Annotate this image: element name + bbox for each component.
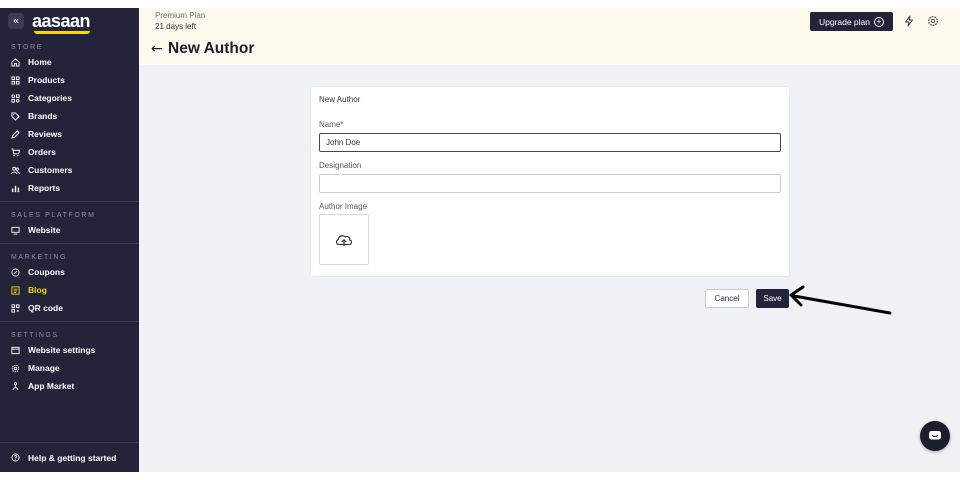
users-icon	[11, 166, 20, 175]
sidebar-item-label: Products	[28, 75, 65, 85]
blog-icon	[11, 285, 20, 295]
sidebar-item-label: QR code	[28, 303, 63, 313]
sidebar-item-label: Orders	[28, 147, 56, 157]
author-image-upload[interactable]	[319, 214, 369, 265]
cart-icon	[11, 147, 20, 157]
upgrade-label: Upgrade plan	[818, 16, 871, 27]
page-title: New Author	[168, 40, 255, 57]
form-title: New Author	[319, 95, 361, 104]
help-label: Help & getting started	[28, 452, 117, 463]
sidebar-item-home[interactable]: Home	[0, 53, 139, 71]
sidebar-item-reports[interactable]: Reports	[0, 179, 139, 197]
plus-circle-icon: +	[874, 16, 885, 27]
sidebar-item-coupons[interactable]: Coupons	[0, 263, 139, 281]
name-label: Name*	[319, 120, 344, 129]
home-icon	[11, 57, 20, 67]
monitor-icon	[11, 226, 20, 235]
chat-icon	[929, 431, 941, 440]
brand-bar: « aasaan	[0, 8, 139, 34]
divider	[0, 201, 139, 202]
help-icon	[11, 453, 20, 462]
app-market-icon	[11, 381, 20, 391]
designation-input[interactable]	[319, 174, 781, 193]
designation-label: Designation	[319, 161, 362, 170]
section-title-store: STORE	[11, 44, 43, 51]
sidebar-item-label: Reports	[28, 183, 61, 193]
grid-icon	[11, 75, 20, 85]
sidebar-item-website-settings[interactable]: Website settings	[0, 341, 139, 359]
new-author-form-card: New Author Name* Designation Author Imag…	[311, 87, 789, 276]
sidebar-item-website[interactable]: Website	[0, 221, 139, 239]
sidebar-item-orders[interactable]: Orders	[0, 143, 139, 161]
sidebar-item-label: Home	[28, 57, 52, 67]
sidebar-item-label: Website settings	[28, 345, 96, 355]
upgrade-plan-button[interactable]: Upgrade plan +	[810, 12, 893, 31]
sidebar-item-label: Customers	[28, 165, 73, 175]
sidebar-item-label: Brands	[28, 111, 58, 121]
chat-widget-button[interactable]	[920, 421, 950, 451]
sidebar-item-products[interactable]: Products	[0, 71, 139, 89]
name-input[interactable]	[319, 133, 781, 152]
logo[interactable]: aasaan	[32, 11, 91, 34]
tag-icon	[11, 111, 20, 121]
gear-icon	[11, 364, 20, 373]
categories-icon	[11, 93, 20, 103]
website-settings-icon	[11, 346, 20, 355]
plan-days-left: 21 days left	[155, 22, 196, 31]
top-header: Premium Plan 21 days left ← New Author U…	[139, 8, 960, 65]
sidebar-item-app-market[interactable]: App Market	[0, 377, 139, 395]
sidebar-item-qr-code[interactable]: QR code	[0, 299, 139, 317]
settings-gear-icon[interactable]	[927, 15, 939, 27]
sidebar-item-label: Manage	[28, 363, 60, 373]
sidebar-item-categories[interactable]: Categories	[0, 89, 139, 107]
save-button[interactable]: Save	[756, 289, 789, 308]
edit-icon	[11, 129, 20, 139]
sidebar-item-reviews[interactable]: Reviews	[0, 125, 139, 143]
sidebar-item-label: App Market	[28, 381, 75, 391]
sidebar-item-brands[interactable]: Brands	[0, 107, 139, 125]
help-link[interactable]: Help & getting started	[0, 442, 139, 472]
divider	[0, 243, 139, 244]
sidebar-item-blog[interactable]: Blog	[0, 281, 139, 299]
sidebar-item-customers[interactable]: Customers	[0, 161, 139, 179]
cancel-button[interactable]: Cancel	[705, 289, 749, 308]
author-image-label: Author Image	[319, 202, 368, 211]
section-title-sales-platform: SALES PLATFORM	[11, 212, 96, 219]
sidebar-item-label: Categories	[28, 93, 72, 103]
qr-icon	[11, 303, 20, 313]
sidebar-item-label: Reviews	[28, 129, 63, 139]
divider	[0, 321, 139, 322]
sidebar-item-label: Coupons	[28, 267, 65, 277]
plan-label: Premium Plan	[155, 11, 206, 20]
back-arrow-icon[interactable]: ←	[151, 41, 163, 57]
sidebar: « aasaan STORE Home Products Categories …	[0, 8, 139, 472]
bar-chart-icon	[11, 184, 20, 193]
percent-icon	[11, 267, 20, 277]
lightning-icon[interactable]	[903, 15, 915, 27]
main-content: New Author Name* Designation Author Imag…	[139, 65, 960, 472]
section-title-marketing: MARKETING	[11, 254, 68, 261]
sidebar-item-label: Blog	[28, 285, 47, 295]
sidebar-item-manage[interactable]: Manage	[0, 359, 139, 377]
section-title-settings: SETTINGS	[11, 332, 59, 339]
collapse-sidebar-button[interactable]: «	[8, 13, 24, 29]
sidebar-item-label: Website	[28, 225, 61, 235]
cloud-upload-icon	[335, 234, 353, 246]
